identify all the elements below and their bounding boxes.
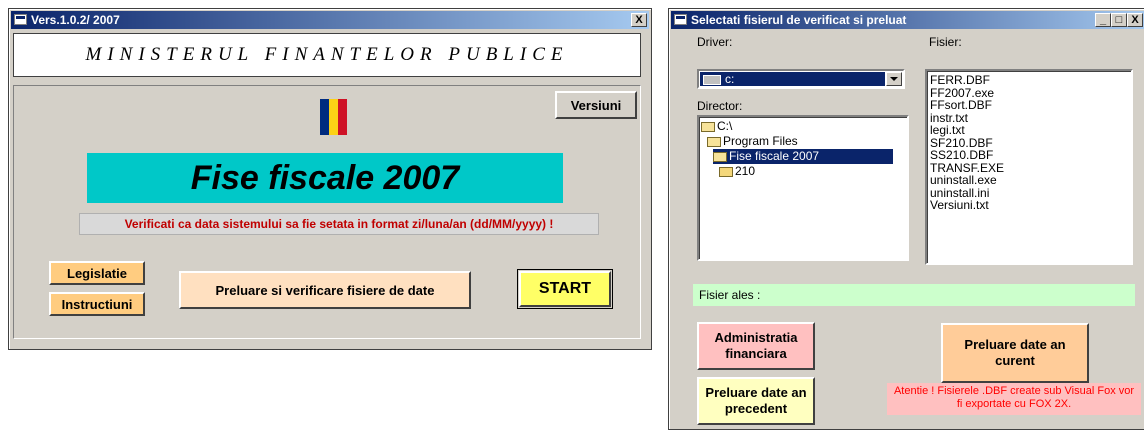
file-select-titlebar[interactable]: Selectati fisierul de verificat si prelu… [671,11,1144,29]
tree-item-program-files[interactable]: Program Files [707,134,798,149]
file-select-title: Selectati fisierul de verificat si prelu… [691,13,907,27]
file-list[interactable]: FERR.DBF FF2007.exe FFsort.DBF instr.txt… [925,69,1133,265]
file-label: Fisier: [929,35,962,49]
file-item[interactable]: Versiuni.txt [930,199,1131,212]
import-files-button[interactable]: Preluare si verificare fisiere de date [179,271,471,309]
tax-office-button[interactable]: Administratia financiara [697,322,815,370]
file-item[interactable]: legi.txt [930,124,1131,137]
current-year-import-button[interactable]: Preluare date an curent [941,323,1089,383]
folder-open-icon [707,136,721,147]
file-item[interactable]: FERR.DBF [930,74,1131,87]
minimize-button[interactable]: _ [1095,13,1111,27]
flag-icon [320,99,348,135]
start-button[interactable]: START [519,271,611,307]
main-window: Vers.1.0.2/ 2007 X MINISTERUL FINANTELOR… [8,8,652,350]
app-title: Fise fiscale 2007 [190,158,460,197]
drive-icon [703,74,721,85]
app-icon [14,14,27,25]
visual-fox-warning: Atentie ! Fisierele .DBF create sub Visu… [887,383,1141,415]
drive-value: c: [725,72,735,86]
date-format-notice: Verificati ca data sistemului sa fie set… [79,213,599,235]
ministry-banner: MINISTERUL FINANTELOR PUBLICE [13,33,641,77]
legislation-button[interactable]: Legislatie [49,261,145,285]
tree-item-fise-fiscale[interactable]: Fise fiscale 2007 [713,149,893,164]
tree-item-root[interactable]: C:\ [701,119,732,134]
folder-icon [719,166,733,177]
directory-tree[interactable]: C:\ Program Files Fise fiscale 2007 210 [697,115,909,261]
file-item[interactable]: FFsort.DBF [930,99,1131,112]
selected-file-field: Fisier ales : [693,284,1135,306]
directory-label: Director: [697,99,743,113]
tree-item-210[interactable]: 210 [719,164,755,179]
file-select-window: Selectati fisierul de verificat si prelu… [668,8,1144,430]
main-window-titlebar[interactable]: Vers.1.0.2/ 2007 X [11,11,649,29]
main-window-title: Vers.1.0.2/ 2007 [31,13,120,27]
folder-open-icon [713,151,727,162]
folder-open-icon [701,121,715,132]
drive-select[interactable]: c: [697,69,905,89]
file-item[interactable]: uninstall.exe [930,174,1131,187]
close-button[interactable]: X [631,13,647,27]
ministry-title: MINISTERUL FINANTELOR PUBLICE [85,44,569,65]
drive-label: Driver: [697,35,733,49]
selected-file-label: Fisier ales : [699,288,761,302]
previous-year-import-button[interactable]: Preluare date an precedent [697,377,815,425]
file-item[interactable]: SS210.DBF [930,149,1131,162]
close-button[interactable]: X [1127,13,1143,27]
app-icon [674,14,687,25]
chevron-down-icon[interactable] [886,72,902,86]
maximize-button[interactable]: □ [1111,13,1127,27]
app-title-band: Fise fiscale 2007 [87,153,563,203]
versions-button[interactable]: Versiuni [555,91,637,119]
instructions-button[interactable]: Instructiuni [49,292,145,316]
